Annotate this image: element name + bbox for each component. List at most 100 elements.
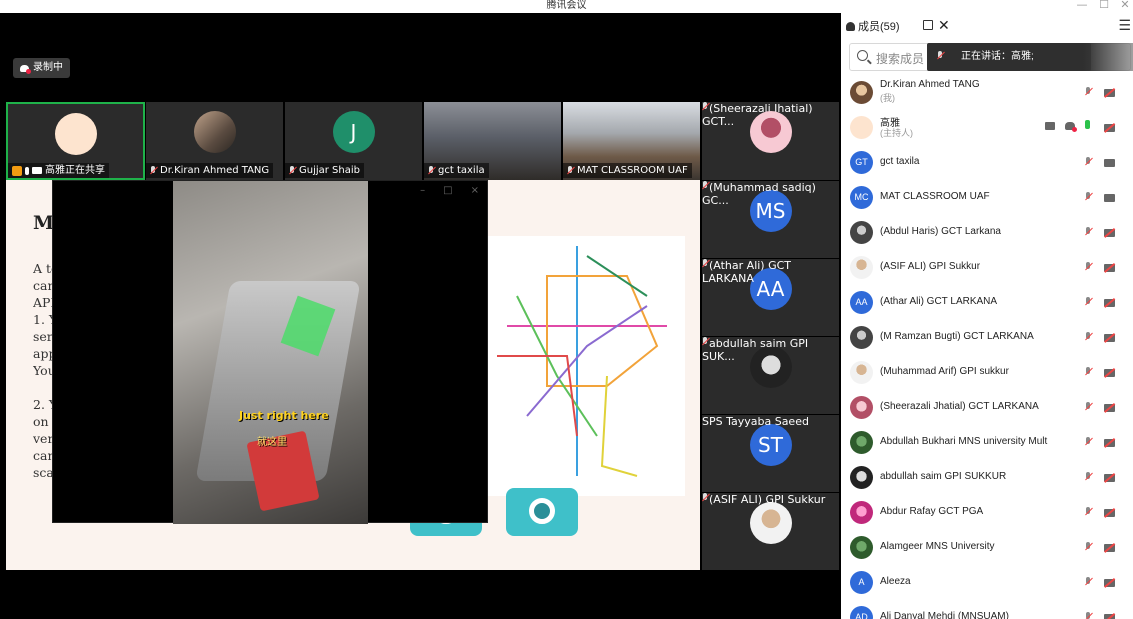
floating-video-window[interactable]: – □ × Just right here 就这里 <box>52 180 488 524</box>
mic-muted-icon[interactable] <box>1085 437 1092 447</box>
mic-muted-icon[interactable] <box>1085 227 1092 237</box>
camera-off-icon[interactable] <box>1104 579 1115 587</box>
maximize-button[interactable]: ☐ <box>1097 0 1111 11</box>
avatar <box>850 431 873 454</box>
video-tile-presenter[interactable]: 高雅正在共享 <box>6 102 145 180</box>
member-row[interactable]: AA (Athar Ali) GCT LARKANA <box>841 285 1133 320</box>
camera-off-icon[interactable] <box>1104 299 1115 307</box>
video-caption-zh: 就这里 <box>257 437 287 448</box>
mic-muted-icon[interactable] <box>1085 332 1092 342</box>
member-row[interactable]: A Aleeza <box>841 565 1133 600</box>
video-caption-en: Just right here <box>239 409 329 422</box>
video-tile[interactable]: abdullah saim GPI SUK... <box>702 337 839 414</box>
avatar <box>850 81 873 104</box>
search-placeholder: 搜索成员 <box>876 52 925 66</box>
mic-muted-icon[interactable] <box>1085 192 1092 202</box>
speaking-text: 正在讲话：高雅; <box>961 51 1034 62</box>
camera-off-icon[interactable] <box>1104 439 1115 447</box>
mic-muted-icon[interactable] <box>1085 402 1092 412</box>
avatar: MC <box>850 186 873 209</box>
close-panel-button[interactable]: ✕ <box>938 17 950 33</box>
member-row[interactable]: 高雅 (主持人) <box>841 110 1133 145</box>
camera-off-icon[interactable] <box>1104 369 1115 377</box>
camera-off-icon[interactable] <box>1104 124 1115 132</box>
menu-icon[interactable]: ☰ <box>1118 17 1131 34</box>
camera-off-icon[interactable] <box>1104 614 1115 619</box>
member-row[interactable]: abdullah saim GPI SUKKUR <box>841 460 1133 495</box>
member-row[interactable]: Alamgeer MNS University <box>841 530 1133 565</box>
mic-muted-icon[interactable] <box>1085 367 1092 377</box>
video-tile[interactable]: J Gujjar Shaib <box>285 102 422 180</box>
camera-off-icon[interactable] <box>1104 229 1115 237</box>
video-tile[interactable]: gct taxila <box>424 102 561 180</box>
member-row[interactable]: GT gct taxila <box>841 145 1133 180</box>
camera-off-icon[interactable] <box>1104 89 1115 97</box>
mic-muted-icon[interactable] <box>1085 542 1092 552</box>
video-tile[interactable]: (ASIF ALI) GPI Sukkur <box>702 493 839 570</box>
video-tile[interactable]: ST SPS Tayyaba Saeed <box>702 415 839 492</box>
mic-muted-icon[interactable] <box>1085 612 1092 619</box>
member-name: abdullah saim GPI SUKKUR <box>880 471 1007 482</box>
video-tile[interactable]: AA (Athar Ali) GCT LARKANA <box>702 259 839 336</box>
member-row[interactable]: (M Ramzan Bugti) GCT LARKANA <box>841 320 1133 355</box>
tile-label: 高雅正在共享 <box>8 163 109 178</box>
member-row[interactable]: Dr.Kiran Ahmed TANG (我) <box>841 75 1133 110</box>
video-tile[interactable]: MS (Muhammad sadiq) GC... <box>702 181 839 258</box>
camera-off-icon[interactable] <box>1104 544 1115 552</box>
tile-name: MAT CLASSROOM UAF <box>577 165 688 176</box>
video-maximize-button[interactable]: □ <box>443 185 452 196</box>
member-row[interactable]: (Sheerazali Jhatial) GCT LARKANA <box>841 390 1133 425</box>
camera-off-icon[interactable] <box>1104 264 1115 272</box>
avatar <box>850 396 873 419</box>
camera-on-icon[interactable] <box>1104 194 1115 202</box>
share-screen-icon <box>32 167 42 174</box>
video-minimize-button[interactable]: – <box>420 185 425 196</box>
tile-name: (Athar Ali) GCT LARKANA <box>702 259 792 285</box>
mic-muted-icon[interactable] <box>1085 472 1092 482</box>
member-row[interactable]: Abdullah Bukhari MNS university Mult <box>841 425 1133 460</box>
popout-icon[interactable] <box>923 20 933 30</box>
member-row[interactable]: (ASIF ALI) GPI Sukkur <box>841 250 1133 285</box>
mic-muted-icon <box>702 493 709 503</box>
member-name: Alamgeer MNS University <box>880 541 995 552</box>
minimize-button[interactable]: — <box>1075 0 1089 11</box>
camera-off-icon[interactable] <box>1104 334 1115 342</box>
mic-muted-icon[interactable] <box>1085 87 1092 97</box>
member-row[interactable]: MC MAT CLASSROOM UAF <box>841 180 1133 215</box>
recording-indicator[interactable]: 录制中 <box>13 58 70 78</box>
camera-off-icon[interactable] <box>1104 404 1115 412</box>
video-tile[interactable]: Dr.Kiran Ahmed TANG <box>146 102 283 180</box>
avatar <box>749 111 792 153</box>
avatar <box>54 113 97 155</box>
member-row[interactable]: (Muhammad Arif) GPI sukkur <box>841 355 1133 390</box>
close-window-button[interactable]: ✕ <box>1118 0 1132 11</box>
tile-label: (Athar Ali) GCT LARKANA <box>702 259 839 285</box>
camera-on-icon[interactable] <box>1104 159 1115 167</box>
video-frame: Just right here 就这里 <box>173 181 368 524</box>
member-name: Dr.Kiran Ahmed TANG <box>880 79 980 90</box>
tile-label: MAT CLASSROOM UAF <box>563 163 692 178</box>
mic-active-icon[interactable] <box>1085 120 1090 129</box>
mic-muted-icon[interactable] <box>1085 157 1092 167</box>
video-tile[interactable]: MAT CLASSROOM UAF <box>563 102 700 180</box>
member-row[interactable]: AD Ali Danyal Mehdi (MNSUAM) <box>841 600 1133 619</box>
member-name: (Abdul Haris) GCT Larkana <box>880 226 1001 237</box>
video-close-button[interactable]: × <box>471 185 479 196</box>
member-role: (我) <box>880 93 895 103</box>
members-panel: 成员(59) ✕ ☰ 搜索成员 正在讲话：高雅; Dr.Kiran Ahmed … <box>841 13 1133 619</box>
mic-muted-icon[interactable] <box>1085 577 1092 587</box>
avatar: AA <box>850 291 873 314</box>
mic-muted-icon[interactable] <box>1085 507 1092 517</box>
camera-off-icon[interactable] <box>1104 509 1115 517</box>
mic-muted-icon[interactable] <box>1085 297 1092 307</box>
mic-muted-icon[interactable] <box>1085 262 1092 272</box>
member-row[interactable]: Abdur Rafay GCT PGA <box>841 495 1133 530</box>
member-row[interactable]: (Abdul Haris) GCT Larkana <box>841 215 1133 250</box>
camera-off-icon[interactable] <box>1104 474 1115 482</box>
window-title: 腾讯会议 <box>546 0 587 11</box>
metro-map-image <box>487 236 685 496</box>
avatar <box>850 221 873 244</box>
video-tile[interactable]: (Sheerazali Jhatial) GCT... <box>702 102 839 180</box>
tile-label: SPS Tayyaba Saeed <box>702 415 809 428</box>
mic-muted-icon <box>702 102 709 112</box>
